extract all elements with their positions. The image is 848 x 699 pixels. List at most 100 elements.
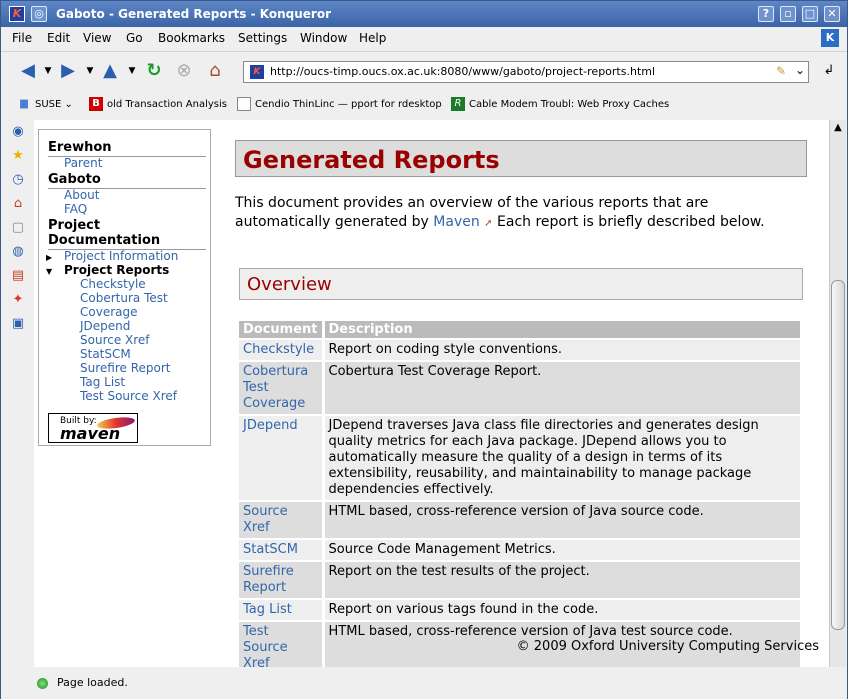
report-description: Report on the test results of the projec…: [321, 562, 800, 598]
report-description: Source Code Management Metrics.: [321, 540, 800, 560]
stop-icon[interactable]: ⊗: [173, 60, 195, 82]
title-bar[interactable]: K ◎ Gaboto - Generated Reports - Konquer…: [1, 1, 847, 27]
report-link-text[interactable]: Checkstyle: [243, 342, 318, 358]
minimize-button[interactable]: ▫: [780, 6, 796, 22]
report-link-text[interactable]: Report: [243, 580, 318, 596]
built-by-maven-logo[interactable]: Built by: maven: [48, 413, 138, 443]
devices-icon[interactable]: ▣: [9, 315, 27, 333]
konqueror-app-icon[interactable]: K: [9, 6, 25, 22]
nav-link-tag-list[interactable]: Tag List: [80, 375, 125, 389]
report-link[interactable]: Source Xref: [239, 502, 322, 538]
maximize-button[interactable]: □: [802, 6, 818, 22]
nav-link-parent[interactable]: Parent: [64, 156, 102, 170]
copyright-footer: © 2009 Oxford University Computing Servi…: [516, 639, 819, 654]
bookmark-label: SUSE: [35, 99, 62, 110]
report-link-text[interactable]: Tag List: [243, 602, 318, 618]
bookmark-transaction-analysis[interactable]: Bold Transaction Analysis: [89, 97, 227, 111]
vertical-scrollbar[interactable]: ▲: [829, 120, 846, 667]
menu-file[interactable]: File: [12, 31, 32, 45]
root-folder-icon[interactable]: ▤: [9, 267, 27, 285]
page-content: Erewhon Parent Gaboto About FAQ Project …: [34, 120, 829, 667]
page-icon: [237, 97, 251, 111]
report-link-text[interactable]: Test: [243, 624, 318, 640]
nav-link-coverage[interactable]: Coverage: [80, 305, 138, 319]
nav-link-surefire[interactable]: Surefire Report: [80, 361, 170, 375]
nav-heading-project: Project: [48, 218, 101, 233]
table-header-row: Document Description: [239, 321, 800, 338]
window-menu-button[interactable]: ◎: [31, 6, 47, 22]
report-link-text[interactable]: Source Xref: [243, 504, 318, 536]
scrollbar-thumb[interactable]: [831, 280, 845, 630]
home-icon[interactable]: ⌂: [204, 60, 226, 82]
services-icon[interactable]: ✦: [9, 291, 27, 309]
menu-edit[interactable]: Edit: [47, 31, 70, 45]
url-text[interactable]: http://oucs-timp.oucs.ox.ac.uk:8080/www/…: [270, 65, 655, 78]
menu-bar: File Edit View Go Bookmarks Settings Win…: [1, 27, 847, 49]
report-link[interactable]: Tag List: [239, 600, 322, 620]
reports-table: Document Description Checkstyle Report on…: [239, 319, 800, 667]
bookmark-cable-modem[interactable]: R Cable Modem Troubl: Web Proxy Caches: [451, 97, 669, 111]
navigation-icon[interactable]: ◉: [9, 123, 27, 141]
nav-link-statscm[interactable]: StatSCM: [80, 347, 131, 361]
network-icon[interactable]: ◍: [9, 243, 27, 261]
nav-link-checkstyle[interactable]: Checkstyle: [80, 277, 146, 291]
nav-link-about[interactable]: About: [64, 188, 99, 202]
home-folder-icon[interactable]: ⌂: [9, 195, 27, 213]
overview-heading: Overview: [247, 274, 332, 295]
nav-link-cobertura[interactable]: Cobertura Test: [80, 291, 168, 305]
window-title: Gaboto - Generated Reports - Konqueror: [56, 7, 331, 21]
nav-link-jdepend[interactable]: JDepend: [80, 319, 130, 333]
menu-settings[interactable]: Settings: [238, 31, 287, 45]
back-icon[interactable]: ◀: [17, 60, 39, 82]
help-button[interactable]: ?: [758, 6, 774, 22]
report-link-text[interactable]: Test: [243, 380, 318, 396]
menu-bookmarks[interactable]: Bookmarks: [158, 31, 225, 45]
report-description: Cobertura Test Coverage Report.: [321, 362, 800, 414]
go-icon[interactable]: ↲: [818, 60, 840, 82]
nav-link-faq[interactable]: FAQ: [64, 202, 87, 216]
bookmark-suse[interactable]: ▆ SUSE ⌄: [17, 97, 73, 111]
maven-link[interactable]: Maven: [433, 214, 479, 230]
menu-go[interactable]: Go: [126, 31, 143, 45]
report-link[interactable]: Surefire Report: [239, 562, 322, 598]
reload-icon[interactable]: ↻: [143, 60, 165, 82]
edit-icon[interactable]: ✎: [776, 64, 786, 78]
table-body: Checkstyle Report on coding style convent…: [239, 340, 800, 667]
report-link-text[interactable]: StatSCM: [243, 542, 318, 558]
left-navigation: Erewhon Parent Gaboto About FAQ Project …: [38, 129, 211, 446]
kde-icon: K: [821, 29, 839, 47]
site-favicon: K: [250, 65, 264, 79]
status-text: Page loaded.: [57, 676, 128, 689]
history-icon[interactable]: ◷: [9, 171, 27, 189]
up-dropdown-icon[interactable]: ▼: [121, 60, 143, 82]
location-bar[interactable]: K http://oucs-timp.oucs.ox.ac.uk:8080/ww…: [243, 61, 809, 83]
nav-link-project-information[interactable]: Project Information: [64, 249, 178, 263]
report-link-text[interactable]: Surefire: [243, 564, 318, 580]
report-link-text[interactable]: Cobertura: [243, 364, 318, 380]
scroll-up-icon[interactable]: ▲: [832, 122, 844, 136]
menu-help[interactable]: Help: [359, 31, 386, 45]
document-icon[interactable]: ▢: [9, 219, 27, 237]
close-button[interactable]: ✕: [824, 6, 840, 22]
menu-window[interactable]: Window: [300, 31, 347, 45]
report-link-text[interactable]: JDepend: [243, 418, 318, 434]
nav-link-test-source-xref[interactable]: Test Source Xref: [80, 389, 177, 403]
forward-icon[interactable]: ▶: [57, 60, 79, 82]
report-link[interactable]: Test Source Xref: [239, 622, 322, 667]
menu-view[interactable]: View: [83, 31, 111, 45]
report-link[interactable]: StatSCM: [239, 540, 322, 560]
report-link[interactable]: Cobertura Test Coverage: [239, 362, 322, 414]
report-link-text[interactable]: Source Xref: [243, 640, 318, 667]
report-link[interactable]: Checkstyle: [239, 340, 322, 360]
bookmarks-star-icon[interactable]: ★: [9, 147, 27, 165]
up-icon[interactable]: ▲: [99, 60, 121, 82]
url-dropdown-icon[interactable]: ⌄: [795, 63, 805, 77]
back-dropdown-icon[interactable]: ▼: [37, 60, 59, 82]
page-title-box: Generated Reports: [235, 140, 807, 177]
report-link-text[interactable]: Coverage: [243, 396, 318, 412]
bookmark-cendio[interactable]: Cendio ThinLinc — pport for rdesktop: [237, 97, 442, 111]
forward-dropdown-icon[interactable]: ▼: [79, 60, 101, 82]
report-link[interactable]: JDepend: [239, 416, 322, 500]
bookmark-label: Cable Modem Troubl: Web Proxy Caches: [469, 99, 670, 110]
nav-link-source-xref[interactable]: Source Xref: [80, 333, 150, 347]
